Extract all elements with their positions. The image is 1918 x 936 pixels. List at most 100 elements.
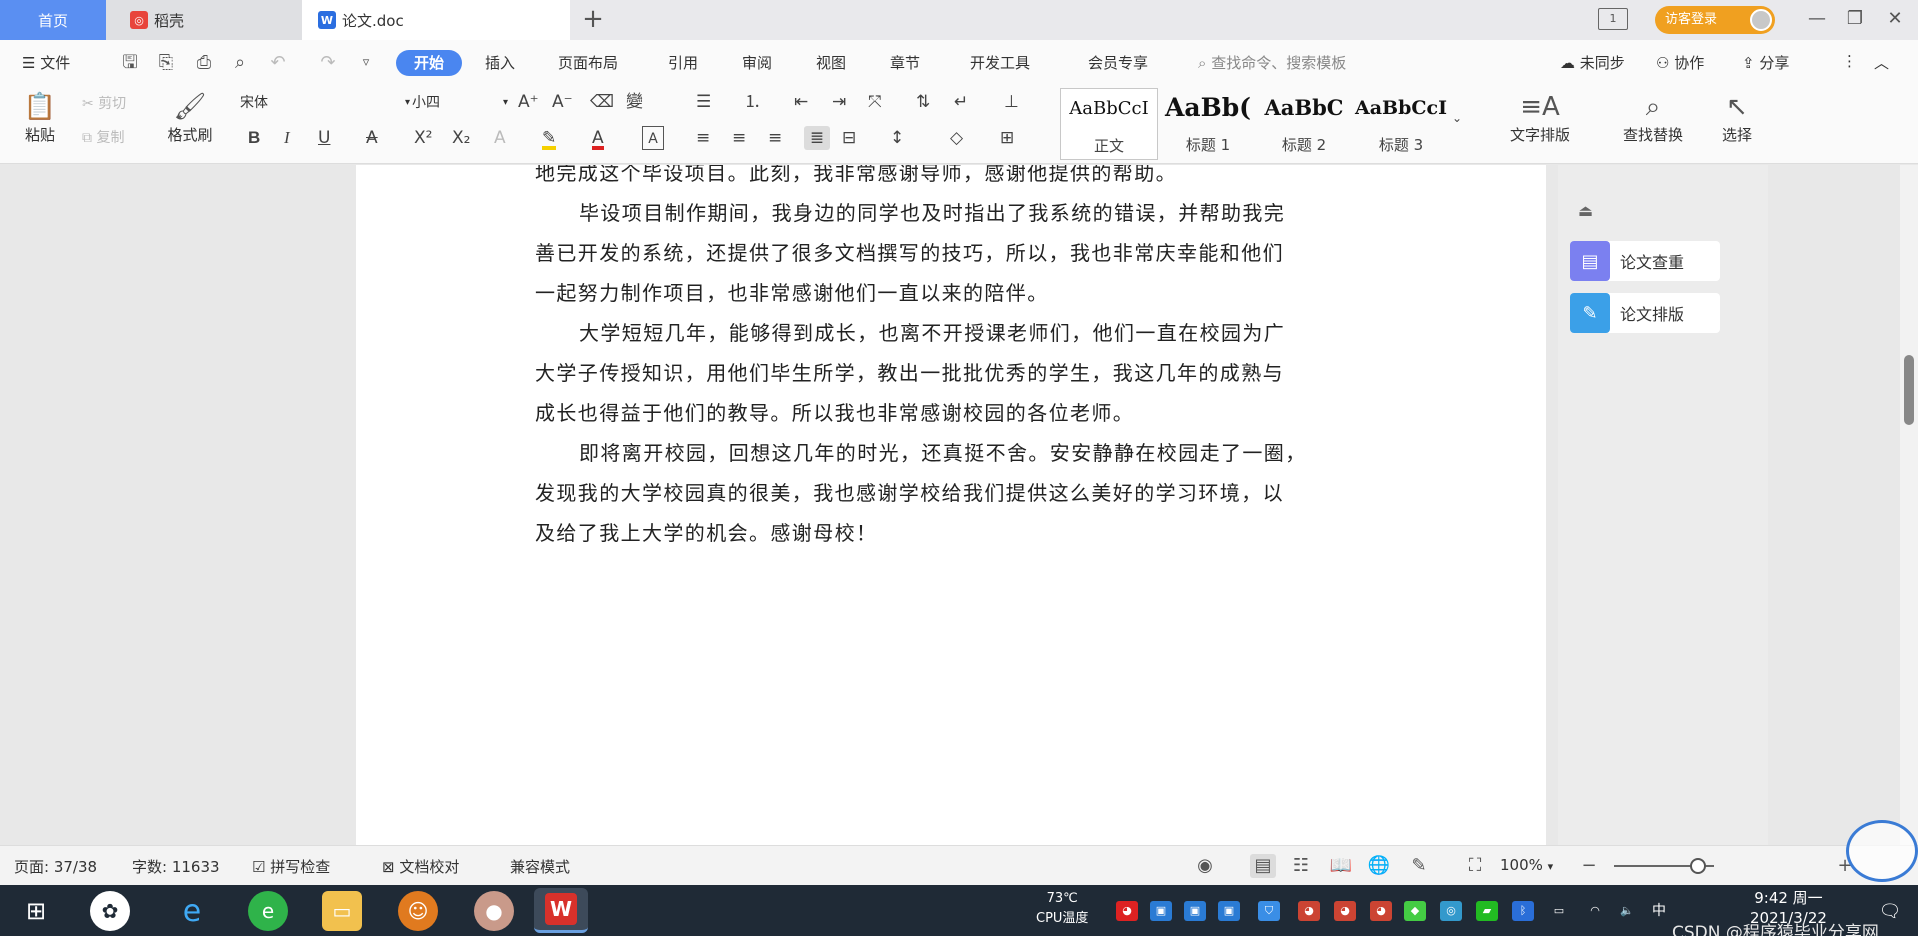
- bold-icon[interactable]: B: [248, 126, 260, 150]
- zoom-level[interactable]: 100% ▾: [1500, 856, 1553, 874]
- writing-mode-icon[interactable]: ✎: [1406, 854, 1432, 878]
- zoom-slider[interactable]: [1614, 858, 1714, 874]
- justify-icon[interactable]: ≣: [804, 126, 830, 150]
- style-heading-3[interactable]: AaBbCcI 标题 3: [1354, 88, 1448, 160]
- volume-icon[interactable]: 🔈: [1616, 901, 1638, 921]
- qq-icon[interactable]: ◕: [1370, 901, 1392, 921]
- distribute-icon[interactable]: ⊟: [842, 126, 856, 150]
- document-page[interactable]: 地完成这个毕设项目。此刻，我非常感谢导师，感谢他提供的帮助。 毕设项目制作期间，…: [356, 165, 1546, 845]
- wifi-icon[interactable]: ◠: [1584, 901, 1606, 921]
- shading-icon[interactable]: ◇: [950, 126, 963, 150]
- shield-icon[interactable]: ⛉: [1258, 901, 1280, 921]
- menu-chapter[interactable]: 章节: [890, 52, 920, 73]
- more-options-icon[interactable]: ⋮: [1842, 52, 1857, 70]
- tray-app-icon[interactable]: ◎: [1440, 901, 1462, 921]
- subscript-icon[interactable]: X₂: [452, 126, 470, 150]
- file-explorer-icon[interactable]: ▭: [322, 891, 362, 931]
- select-button[interactable]: ↖ 选择: [1712, 90, 1762, 145]
- text-effect-icon[interactable]: A: [494, 126, 506, 150]
- numbered-list-icon[interactable]: ⒈: [744, 90, 761, 114]
- sort-icon[interactable]: ⇅: [916, 90, 930, 114]
- menu-view[interactable]: 视图: [816, 52, 846, 73]
- underline-icon[interactable]: U: [318, 126, 330, 150]
- page-indicator[interactable]: 页面: 37/38: [14, 856, 97, 877]
- copy-button[interactable]: ⧉ 复制: [82, 126, 152, 150]
- menu-start[interactable]: 开始: [396, 50, 462, 76]
- browser-360-icon[interactable]: e: [248, 891, 288, 931]
- restore-icon[interactable]: ❐: [1840, 6, 1870, 32]
- increase-indent-icon[interactable]: ⇥: [832, 90, 846, 114]
- font-color-icon[interactable]: A: [592, 126, 604, 150]
- tray-app-icon[interactable]: ▣: [1150, 901, 1172, 921]
- cut-button[interactable]: ✂ 剪切: [82, 92, 152, 116]
- align-left-icon[interactable]: ≡: [696, 126, 710, 150]
- login-button[interactable]: 访客登录: [1655, 6, 1775, 34]
- word-count[interactable]: 字数: 11633: [132, 856, 220, 877]
- swirl-app-icon[interactable]: ✿: [90, 891, 130, 931]
- outline-view-icon[interactable]: ☷: [1288, 854, 1314, 878]
- phonetic-guide-icon[interactable]: 變: [626, 90, 643, 114]
- share-button[interactable]: ⇪ 分享: [1742, 52, 1789, 73]
- grow-font-icon[interactable]: A⁺: [518, 90, 539, 114]
- zoom-out-icon[interactable]: −: [1576, 854, 1602, 878]
- menu-member[interactable]: 会员专享: [1088, 52, 1148, 73]
- char-border-icon[interactable]: A: [642, 126, 664, 150]
- minimize-icon[interactable]: —: [1802, 6, 1832, 32]
- tray-app-icon[interactable]: ◆: [1404, 901, 1426, 921]
- nvidia-icon[interactable]: ▰: [1476, 901, 1498, 921]
- strikethrough-icon[interactable]: A: [366, 126, 378, 150]
- print-preview-icon[interactable]: ⌕: [228, 51, 252, 75]
- close-icon[interactable]: ✕: [1880, 6, 1910, 32]
- eject-collapse-icon[interactable]: ⏏: [1578, 201, 1593, 220]
- tab-home[interactable]: 首页: [0, 0, 106, 40]
- italic-icon[interactable]: I: [284, 126, 290, 150]
- collapse-ribbon-icon[interactable]: ︿: [1874, 52, 1889, 73]
- borders-icon[interactable]: ⊞: [1000, 126, 1014, 150]
- document-proofread-button[interactable]: ⊠ 文档校对: [382, 856, 459, 877]
- paste-button[interactable]: 📋 粘贴: [16, 90, 64, 145]
- align-right-icon[interactable]: ≡: [768, 126, 782, 150]
- menu-references[interactable]: 引用: [668, 52, 698, 73]
- menu-file[interactable]: ☰ 文件: [22, 52, 70, 73]
- app-photo-icon[interactable]: ●: [474, 891, 514, 931]
- menu-insert[interactable]: 插入: [485, 52, 515, 73]
- eye-protection-icon[interactable]: ◉: [1192, 854, 1218, 878]
- shrink-font-icon[interactable]: A⁻: [552, 90, 573, 114]
- style-heading-1[interactable]: AaBb( 标题 1: [1162, 88, 1254, 160]
- internet-explorer-icon[interactable]: e: [172, 891, 212, 931]
- vertical-scrollbar[interactable]: [1900, 165, 1918, 845]
- tray-app-icon[interactable]: ◕: [1116, 901, 1138, 921]
- command-search[interactable]: ⌕ 查找命令、搜索模板: [1198, 52, 1346, 73]
- qq-icon[interactable]: ◕: [1298, 901, 1320, 921]
- sync-status[interactable]: ☁ 未同步: [1560, 52, 1625, 73]
- redo-icon[interactable]: ↷: [316, 51, 340, 75]
- spell-check-button[interactable]: ☑ 拼写检查: [252, 856, 330, 877]
- zoom-slider-thumb[interactable]: [1690, 858, 1706, 874]
- menu-developer[interactable]: 开发工具: [970, 52, 1030, 73]
- tab-stops-icon[interactable]: ⊥: [1004, 90, 1019, 114]
- export-pdf-icon[interactable]: ⎘: [154, 51, 178, 75]
- tab-document[interactable]: W 论文.doc: [302, 0, 570, 40]
- windows-start-icon[interactable]: ⊞: [16, 891, 56, 931]
- save-icon[interactable]: 🖫: [118, 51, 142, 75]
- show-marks-icon[interactable]: ↵: [954, 90, 968, 114]
- highlight-icon[interactable]: ✎: [542, 126, 557, 150]
- scrollbar-thumb[interactable]: [1904, 355, 1914, 425]
- new-tab-plus-icon[interactable]: +: [578, 4, 608, 34]
- style-heading-2[interactable]: AaBbC 标题 2: [1258, 88, 1350, 160]
- bluetooth-icon[interactable]: ᛒ: [1512, 901, 1534, 921]
- floating-print-button[interactable]: [1846, 820, 1918, 882]
- app-orange-icon[interactable]: ☺: [398, 891, 438, 931]
- input-method-icon[interactable]: 中: [1648, 901, 1670, 921]
- fit-page-icon[interactable]: ⛶: [1462, 854, 1488, 878]
- text-layout-button[interactable]: ≡A 文字排版: [1494, 90, 1586, 145]
- window-layout-icon[interactable]: 1: [1598, 8, 1628, 30]
- font-name-select[interactable]: 宋体 ▾: [240, 90, 410, 116]
- print-icon[interactable]: ⎙: [192, 51, 216, 75]
- format-painter-button[interactable]: 🖌 格式刷: [160, 90, 220, 145]
- paper-check-button[interactable]: ▤ 论文查重: [1570, 241, 1720, 281]
- battery-icon[interactable]: ▭: [1548, 901, 1570, 921]
- paper-format-button[interactable]: ✎ 论文排版: [1570, 293, 1720, 333]
- bullet-list-icon[interactable]: ☰: [696, 90, 711, 114]
- qq-icon[interactable]: ◕: [1334, 901, 1356, 921]
